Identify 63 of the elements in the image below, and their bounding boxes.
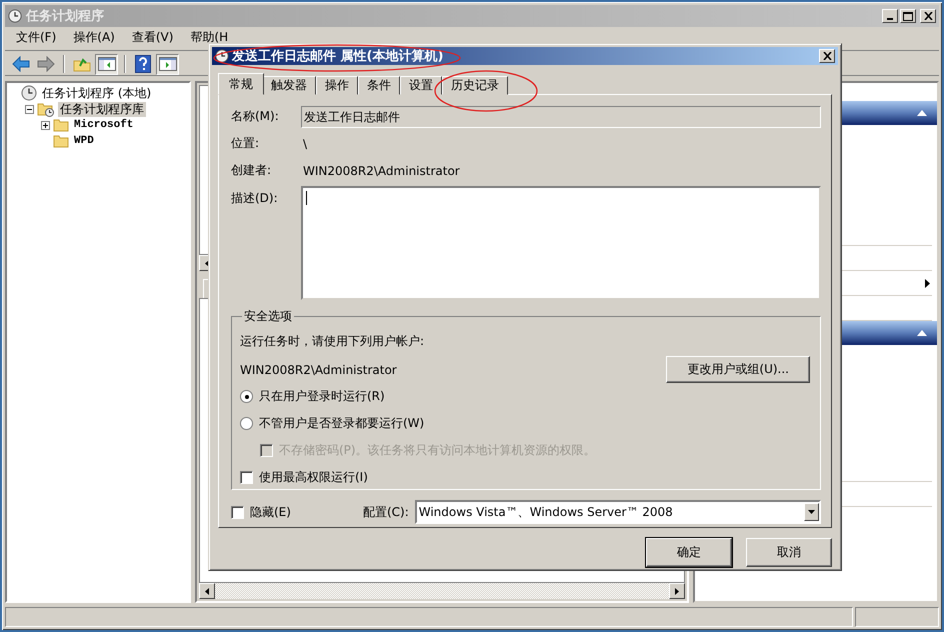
checkbox[interactable] <box>231 506 244 518</box>
tab[interactable]: 操作 <box>316 76 358 95</box>
description-field[interactable] <box>301 186 821 300</box>
name-field[interactable]: 发送工作日志邮件 <box>301 106 821 128</box>
submenu-arrow-icon <box>925 278 930 288</box>
tab[interactable]: 触发器 <box>262 76 316 95</box>
clock-icon <box>215 49 229 63</box>
scroll-right-icon <box>675 588 679 594</box>
dialog-title: 发送工作日志邮件 属性(本地计算机) <box>232 48 444 65</box>
tree-item[interactable]: 任务计划程序 (本地) <box>40 86 154 100</box>
action-pane-toggle-button[interactable] <box>156 54 179 74</box>
author-value: WIN2008R2\Administrator <box>302 164 460 178</box>
expand-icon[interactable] <box>41 120 50 130</box>
config-dropdown[interactable]: Windows Vista™、Windows Server™ 2008 <box>414 500 821 524</box>
tab[interactable]: 条件 <box>358 76 400 95</box>
clock-icon <box>8 9 22 23</box>
menu-item[interactable]: 操作(A) <box>73 30 115 44</box>
tree-item[interactable]: Microsoft <box>72 118 136 132</box>
scroll-left-icon <box>205 588 209 594</box>
menu-item[interactable]: 文件(F) <box>16 30 56 44</box>
tab[interactable]: 历史记录 <box>442 76 508 95</box>
field-label: 位置: <box>231 135 260 152</box>
menu-item[interactable]: 查看(V) <box>132 30 174 44</box>
folder-clock-icon <box>37 101 55 117</box>
field-label: 配置(C): <box>362 504 409 520</box>
option-label: 隐藏(E) <box>250 504 291 520</box>
horizontal-scrollbar[interactable] <box>199 583 685 599</box>
option-label: 只在用户登录时运行(R) <box>259 388 385 405</box>
collapse-icon[interactable] <box>25 104 34 114</box>
checkbox[interactable] <box>240 471 253 484</box>
maximize-icon <box>903 12 913 20</box>
window-title: 任务计划程序 <box>26 8 104 25</box>
option-label: 不管用户是否登录都要运行(W) <box>259 415 424 432</box>
tree-item[interactable]: 任务计划程序库 <box>58 102 146 116</box>
minimize-button[interactable] <box>882 9 898 23</box>
close-icon <box>924 12 932 20</box>
folder-icon <box>53 118 69 132</box>
tab[interactable]: 常规 <box>218 73 264 95</box>
folder-icon <box>53 134 69 148</box>
radio-button[interactable] <box>240 390 253 403</box>
account-name: WIN2008R2\Administrator <box>240 362 397 376</box>
tab[interactable]: 设置 <box>400 76 442 95</box>
field-label: 描述(D): <box>231 190 279 207</box>
dropdown-arrow-icon <box>808 510 815 514</box>
menu-item[interactable]: 帮助(H <box>190 30 228 44</box>
close-icon <box>822 52 832 60</box>
close-button[interactable] <box>819 49 835 63</box>
cancel-button[interactable]: 取消 <box>746 538 832 567</box>
option-label: 使用最高权限运行(I) <box>259 469 368 486</box>
change-user-button[interactable]: 更改用户或组(U)... <box>666 356 810 383</box>
option-label: 不存储密码(P)。该任务将只有访问本地计算机资源的权限。 <box>279 442 596 459</box>
radio-button[interactable] <box>240 417 253 430</box>
clock-icon <box>21 85 37 101</box>
location-value: \ <box>302 136 308 150</box>
tree-toggle-button[interactable] <box>95 54 118 74</box>
ok-button[interactable]: 确定 <box>646 538 732 567</box>
field-label: 名称(M): <box>231 108 280 125</box>
group-title: 安全选项 <box>243 308 293 325</box>
account-prompt: 运行任务时，请使用下列用户帐户: <box>240 333 426 350</box>
tree-item[interactable]: WPD <box>72 134 96 148</box>
close-button[interactable] <box>920 9 936 23</box>
maximize-button[interactable] <box>900 9 916 23</box>
field-label: 创建者: <box>231 162 272 179</box>
